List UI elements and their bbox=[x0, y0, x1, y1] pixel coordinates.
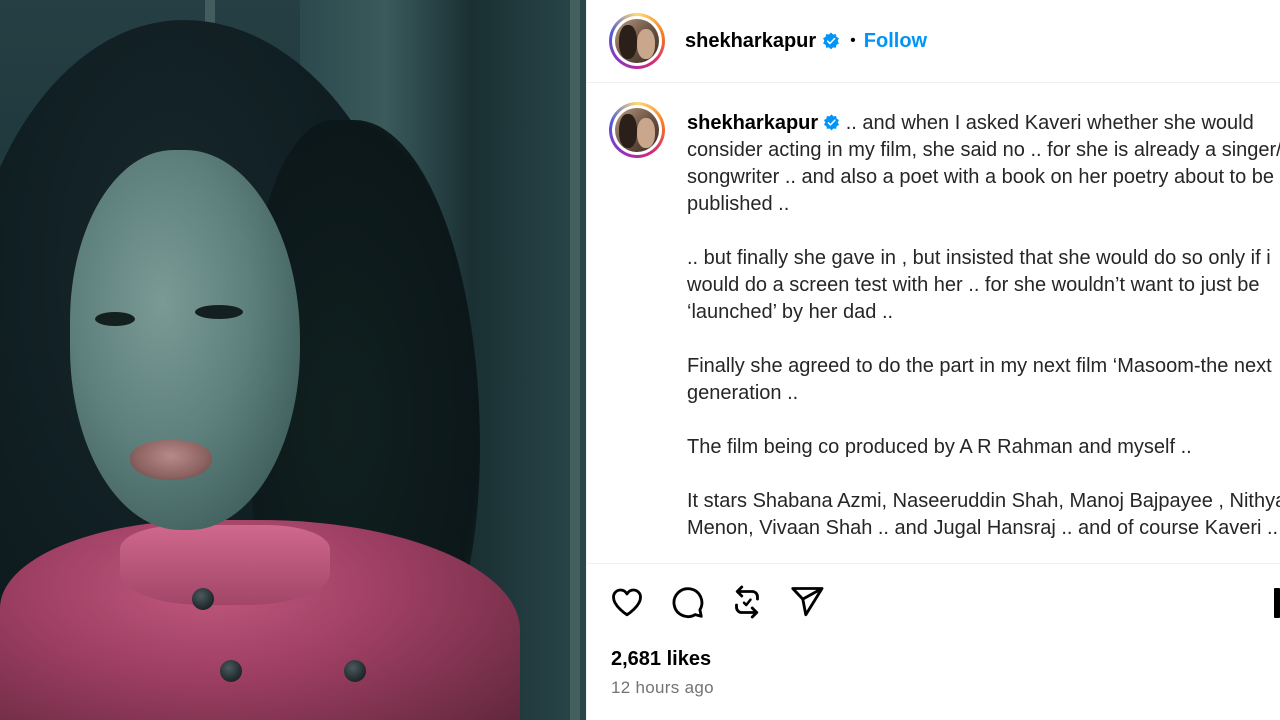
jacket-collar bbox=[120, 525, 330, 605]
left-eye bbox=[95, 312, 135, 326]
jacket-button bbox=[220, 660, 242, 682]
post-timestamp[interactable]: 12 hours ago bbox=[611, 678, 714, 698]
window-frame bbox=[570, 0, 580, 720]
avatar[interactable] bbox=[609, 13, 665, 69]
follow-button[interactable]: Follow bbox=[864, 30, 927, 53]
avatar-image bbox=[615, 108, 659, 152]
jacket-button bbox=[192, 588, 214, 610]
post-side-panel: shekharkapur • Follow shekharkapur .. an… bbox=[586, 0, 1280, 720]
post-header: shekharkapur • Follow bbox=[587, 0, 1280, 83]
post-photo[interactable] bbox=[0, 0, 586, 720]
like-count[interactable]: 2,681 likes bbox=[611, 648, 711, 671]
jacket-button bbox=[344, 660, 366, 682]
separator-dot: • bbox=[850, 32, 856, 49]
verified-badge-icon bbox=[824, 114, 840, 131]
repost-icon[interactable] bbox=[729, 584, 765, 620]
action-bar bbox=[609, 584, 825, 620]
avatar-image bbox=[615, 19, 659, 63]
caption-scroll-area[interactable]: shekharkapur .. and when I asked Kaveri … bbox=[587, 84, 1280, 564]
bookmark-icon[interactable] bbox=[1274, 588, 1280, 618]
heart-icon[interactable] bbox=[609, 584, 645, 620]
verified-badge-icon bbox=[823, 32, 840, 50]
instagram-post: shekharkapur • Follow shekharkapur .. an… bbox=[0, 0, 1280, 720]
comment-icon[interactable] bbox=[669, 584, 705, 620]
caption-username-link[interactable]: shekharkapur bbox=[687, 112, 818, 134]
caption-avatar[interactable] bbox=[609, 102, 665, 158]
username-link[interactable]: shekharkapur bbox=[685, 30, 816, 53]
caption-text: shekharkapur .. and when I asked Kaveri … bbox=[687, 110, 1280, 542]
caption-body: .. and when I asked Kaveri whether she w… bbox=[687, 112, 1280, 539]
send-icon[interactable] bbox=[789, 584, 825, 620]
mouth bbox=[130, 440, 212, 480]
right-eye bbox=[195, 305, 243, 319]
